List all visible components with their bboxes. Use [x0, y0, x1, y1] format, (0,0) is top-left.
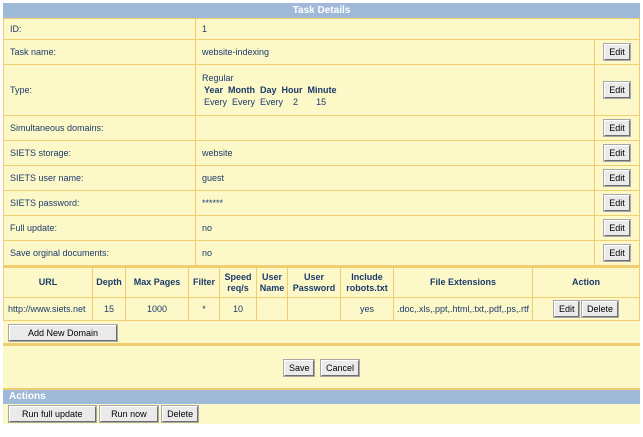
run-full-update-button[interactable]: Run full update: [8, 405, 97, 423]
task-name-label: Task name:: [3, 39, 196, 65]
domain-filter: *: [188, 297, 220, 321]
detail-row-storage: SIETS storage: website Edit: [3, 140, 640, 166]
type-value-cell: Regular Year Month Day Hour Minute Every Ever…: [195, 64, 595, 116]
id-value: 1: [195, 18, 640, 40]
col-user-name: User Name: [256, 267, 288, 298]
id-label: ID:: [3, 18, 196, 40]
schedule-header-minute: Minute: [307, 85, 337, 95]
full-update-value: no: [195, 215, 595, 241]
user-name-label: SIETS user name:: [3, 165, 196, 191]
domain-url: http://www.siets.net: [3, 297, 93, 321]
edit-full-update-button[interactable]: Edit: [603, 219, 631, 237]
domain-row: http://www.siets.net 15 1000 * 10 yes .d…: [3, 297, 640, 321]
edit-task-name-button[interactable]: Edit: [603, 43, 631, 61]
col-filter: Filter: [188, 267, 220, 298]
domain-robots: yes: [340, 297, 394, 321]
password-value: ******: [195, 190, 595, 216]
col-url: URL: [3, 267, 93, 298]
col-action: Action: [532, 267, 640, 298]
schedule-value-year: Every: [204, 97, 228, 107]
simultaneous-domains-label: Simultaneous domains:: [3, 115, 196, 141]
edit-password-button[interactable]: Edit: [603, 194, 631, 212]
col-speed: Speed req/s: [219, 267, 257, 298]
detail-row-user-name: SIETS user name: guest Edit: [3, 165, 640, 191]
type-label: Type:: [3, 64, 196, 116]
detail-row-task-name: Task name: website-indexing Edit: [3, 39, 640, 65]
save-row: Save Cancel: [3, 346, 640, 388]
domains-table: URL Depth Max Pages Filter Speed req/s U…: [3, 267, 640, 321]
save-docs-value: no: [195, 240, 595, 266]
edit-type-button[interactable]: Edit: [603, 81, 631, 99]
schedule-header-hour: Hour: [281, 85, 303, 95]
detail-row-simultaneous-domains: Simultaneous domains: Edit: [3, 115, 640, 141]
save-docs-label: Save orginal documents:: [3, 240, 196, 266]
schedule-value-minute: 15: [316, 97, 327, 107]
schedule-values: Every Every Every 2 15: [202, 96, 594, 108]
col-robots: Include robots.txt: [340, 267, 394, 298]
detail-row-type: Type: Regular Year Month Day Hour Minute Eve…: [3, 64, 640, 116]
detail-row-full-update: Full update: no Edit: [3, 215, 640, 241]
col-max-pages: Max Pages: [125, 267, 189, 298]
panel-title: Task Details: [3, 3, 640, 18]
schedule-header-day: Day: [260, 85, 277, 95]
task-details-panel: Task Details ID: 1 Task name: website-in…: [3, 3, 640, 424]
detail-row-save-docs: Save orginal documents: no Edit: [3, 240, 640, 266]
user-name-value: guest: [195, 165, 595, 191]
edit-save-docs-button[interactable]: Edit: [603, 244, 631, 262]
delete-task-button[interactable]: Delete: [161, 405, 200, 423]
col-user-password: User Password: [287, 267, 341, 298]
domains-header-row: URL Depth Max Pages Filter Speed req/s U…: [3, 267, 640, 298]
full-update-label: Full update:: [3, 215, 196, 241]
domain-max-pages: 1000: [125, 297, 189, 321]
detail-row-password: SIETS password: ****** Edit: [3, 190, 640, 216]
cancel-button[interactable]: Cancel: [319, 359, 361, 377]
col-depth: Depth: [92, 267, 126, 298]
schedule-value-month: Every: [232, 97, 256, 107]
simultaneous-domains-value: [195, 115, 595, 141]
domain-user-password: [287, 297, 341, 321]
schedule-value-day: Every: [260, 97, 284, 107]
password-label: SIETS password:: [3, 190, 196, 216]
edit-simultaneous-domains-button[interactable]: Edit: [603, 119, 631, 137]
schedule-header-month: Month: [228, 85, 256, 95]
run-now-button[interactable]: Run now: [99, 405, 159, 423]
detail-row-id: ID: 1: [3, 18, 640, 40]
domain-extensions: .doc,.xls,.ppt,.html,.txt,.pdf,.ps,.rtf: [393, 297, 533, 321]
edit-user-name-button[interactable]: Edit: [603, 169, 631, 187]
storage-value: website: [195, 140, 595, 166]
domain-speed: 10: [219, 297, 257, 321]
domain-actions: Edit Delete: [532, 297, 640, 321]
schedule-headers: Year Month Day Hour Minute: [202, 84, 594, 96]
type-value: Regular: [202, 73, 234, 83]
details-table: ID: 1 Task name: website-indexing Edit T…: [3, 18, 640, 266]
storage-label: SIETS storage:: [3, 140, 196, 166]
edit-storage-button[interactable]: Edit: [603, 144, 631, 162]
edit-domain-button[interactable]: Edit: [552, 300, 581, 318]
col-file-extensions: File Extensions: [393, 267, 533, 298]
delete-domain-button[interactable]: Delete: [580, 300, 620, 318]
add-new-domain-button[interactable]: Add New Domain: [7, 324, 119, 342]
schedule-header-year: Year: [204, 85, 224, 95]
domain-user-name: [256, 297, 288, 321]
actions-row: Run full update Run now Delete: [3, 404, 640, 424]
domain-depth: 15: [92, 297, 126, 321]
actions-title: Actions: [3, 390, 640, 404]
schedule-value-hour: 2: [293, 97, 299, 107]
save-button[interactable]: Save: [282, 359, 316, 377]
add-domain-row: Add New Domain: [3, 321, 640, 344]
task-name-value: website-indexing: [195, 39, 595, 65]
